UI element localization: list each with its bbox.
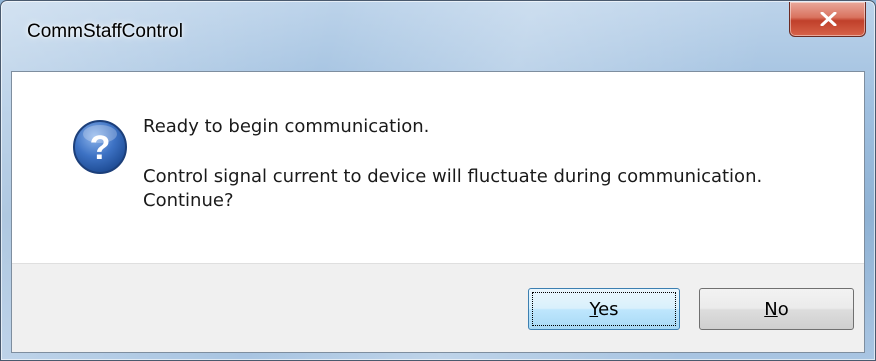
message-line-1: Ready to begin communication. — [143, 116, 430, 137]
window-title: CommStaffControl — [27, 21, 183, 42]
focus-rectangle — [532, 292, 676, 326]
svg-text:?: ? — [90, 129, 111, 167]
question-icon: ? — [73, 120, 127, 174]
no-label-rest: o — [777, 298, 789, 320]
title-bar[interactable]: CommStaffControl — [1, 1, 875, 71]
message-line-2: Control signal current to device will fl… — [143, 166, 763, 187]
no-button[interactable]: No — [699, 288, 854, 330]
dialog-window: CommStaffControl ? Ready to begin commun… — [0, 0, 876, 361]
no-button-label: No — [764, 299, 788, 320]
dialog-client-area: ? Ready to begin communication. Control … — [11, 71, 865, 353]
message-line-3: Continue? — [143, 190, 234, 211]
no-accelerator: N — [764, 298, 778, 320]
close-icon — [820, 12, 837, 26]
message-area: ? Ready to begin communication. Control … — [12, 72, 864, 263]
close-button[interactable] — [789, 2, 866, 37]
button-bar: Yes No — [12, 263, 864, 352]
message-body: Control signal current to device will fl… — [143, 165, 843, 213]
yes-button[interactable]: Yes — [528, 288, 680, 330]
